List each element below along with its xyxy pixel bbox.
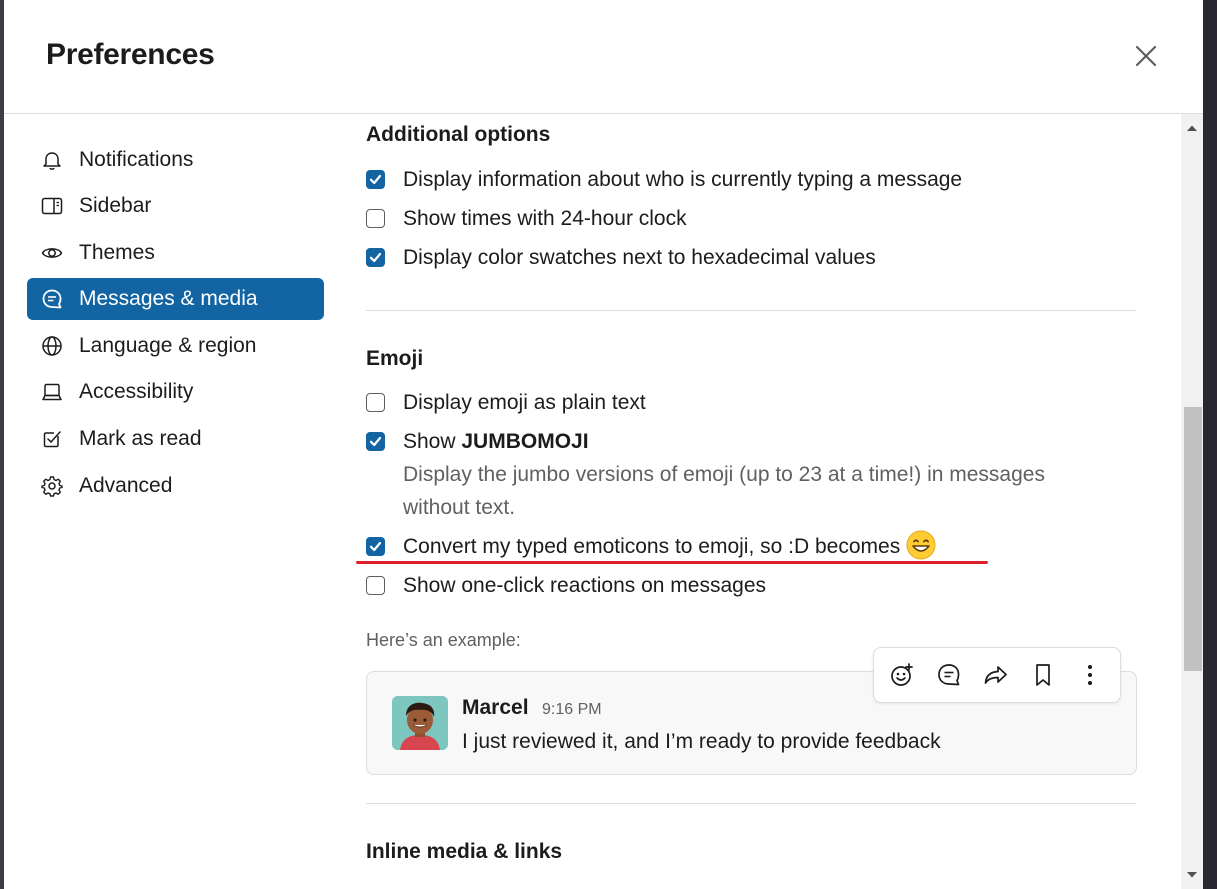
checkbox-checked[interactable] bbox=[366, 170, 385, 189]
scroll-up-arrow-icon bbox=[1187, 125, 1197, 131]
sidebar-icon bbox=[40, 194, 64, 218]
option-typing-indicator[interactable]: Display information about who is current… bbox=[366, 166, 962, 193]
add-reaction-icon bbox=[891, 663, 914, 686]
grinning-emoji-icon bbox=[906, 530, 936, 560]
nav-item-messages-media[interactable]: Messages & media bbox=[27, 278, 324, 320]
option-label: Display color swatches next to hexadecim… bbox=[403, 246, 876, 269]
check-icon bbox=[369, 436, 382, 447]
scroll-up-button[interactable] bbox=[1181, 118, 1203, 138]
close-icon bbox=[1135, 45, 1157, 67]
option-label: Show JUMBOMOJI bbox=[403, 428, 589, 455]
more-actions-button[interactable] bbox=[1073, 658, 1106, 692]
nav-label: Notifications bbox=[79, 148, 194, 171]
bell-icon bbox=[40, 148, 64, 172]
gear-icon bbox=[40, 474, 64, 498]
option-label: Convert my typed emoticons to emoji, so … bbox=[403, 530, 936, 560]
thread-icon bbox=[938, 664, 960, 686]
check-icon bbox=[369, 174, 382, 185]
nav-label: Accessibility bbox=[79, 380, 194, 403]
nav-item-accessibility[interactable]: Accessibility bbox=[27, 371, 324, 413]
option-jumbomoji[interactable]: Show JUMBOMOJI bbox=[366, 428, 589, 455]
section-title-inline-media: Inline media & links bbox=[366, 840, 563, 863]
section-divider bbox=[366, 310, 1136, 311]
add-reaction-button[interactable] bbox=[886, 658, 919, 692]
option-emoji-plain-text[interactable]: Display emoji as plain text bbox=[366, 389, 646, 416]
option-24-hour-clock[interactable]: Show times with 24-hour clock bbox=[366, 205, 687, 232]
nav-item-themes[interactable]: Themes bbox=[27, 232, 324, 274]
nav-label: Advanced bbox=[79, 474, 173, 497]
share-arrow-icon bbox=[984, 666, 1007, 684]
scroll-thumb[interactable] bbox=[1184, 407, 1202, 671]
red-underline-annotation bbox=[356, 561, 988, 564]
nav-item-mark-as-read[interactable]: Mark as read bbox=[27, 418, 324, 460]
nav-label: Language & region bbox=[79, 334, 257, 357]
jumbomoji-bold: JUMBOMOJI bbox=[461, 430, 589, 453]
checkbox-unchecked[interactable] bbox=[366, 393, 385, 412]
reply-in-thread-button[interactable] bbox=[933, 658, 966, 692]
section-title-additional-options: Additional options bbox=[366, 123, 551, 146]
option-convert-emoticons[interactable]: Convert my typed emoticons to emoji, so … bbox=[366, 530, 936, 560]
preferences-modal: Preferences Notifications Sidebar Themes bbox=[4, 0, 1203, 889]
nav-item-notifications[interactable]: Notifications bbox=[27, 139, 324, 181]
check-icon bbox=[369, 541, 382, 552]
nav-label: Themes bbox=[79, 241, 155, 264]
forward-message-button[interactable] bbox=[980, 658, 1013, 692]
save-for-later-button[interactable] bbox=[1026, 658, 1059, 692]
nav-label: Mark as read bbox=[79, 427, 202, 450]
content-scrollbar[interactable] bbox=[1181, 114, 1203, 889]
message-author[interactable]: Marcel bbox=[462, 696, 529, 720]
close-button[interactable] bbox=[1130, 40, 1162, 72]
checkbox-checked[interactable] bbox=[366, 432, 385, 451]
nav-item-language-region[interactable]: Language & region bbox=[27, 325, 324, 367]
check-square-icon bbox=[40, 427, 64, 451]
avatar bbox=[392, 696, 448, 750]
laptop-icon bbox=[40, 380, 64, 404]
scroll-down-button[interactable] bbox=[1181, 865, 1203, 885]
scroll-down-arrow-icon bbox=[1187, 872, 1197, 878]
check-icon bbox=[369, 252, 382, 263]
modal-title: Preferences bbox=[46, 38, 215, 71]
nav-item-sidebar[interactable]: Sidebar bbox=[27, 185, 324, 227]
message-icon bbox=[40, 287, 64, 311]
checkbox-checked[interactable] bbox=[366, 248, 385, 267]
section-title-emoji: Emoji bbox=[366, 347, 424, 370]
option-color-swatches[interactable]: Display color swatches next to hexadecim… bbox=[366, 244, 876, 271]
eye-icon bbox=[40, 241, 64, 265]
more-vertical-icon bbox=[1087, 665, 1092, 685]
option-label-prefix: Show bbox=[403, 430, 462, 453]
nav-label: Sidebar bbox=[79, 194, 152, 217]
preferences-content: Additional options Display information a… bbox=[356, 114, 1137, 889]
section-divider bbox=[366, 803, 1136, 804]
checkbox-unchecked[interactable] bbox=[366, 576, 385, 595]
message-timestamp[interactable]: 9:16 PM bbox=[542, 701, 602, 719]
option-label: Show times with 24-hour clock bbox=[403, 207, 687, 230]
bookmark-icon bbox=[1035, 664, 1050, 686]
convert-label-text: Convert my typed emoticons to emoji, so … bbox=[403, 535, 901, 558]
option-one-click-reactions[interactable]: Show one-click reactions on messages bbox=[366, 572, 766, 599]
checkbox-unchecked[interactable] bbox=[366, 209, 385, 228]
option-label: Show one-click reactions on messages bbox=[403, 574, 767, 597]
backdrop bbox=[1203, 0, 1217, 889]
globe-icon bbox=[40, 334, 64, 358]
checkbox-checked[interactable] bbox=[366, 537, 385, 556]
message-actions-toolbar bbox=[873, 647, 1121, 703]
nav-item-advanced[interactable]: Advanced bbox=[27, 465, 324, 507]
nav-label: Messages & media bbox=[79, 287, 258, 310]
modal-header: Preferences bbox=[4, 0, 1203, 114]
example-label: Here’s an example: bbox=[366, 630, 521, 650]
option-label: Display emoji as plain text bbox=[403, 391, 646, 414]
jumbomoji-description: Display the jumbo versions of emoji (up … bbox=[403, 463, 1045, 519]
option-label: Display information about who is current… bbox=[403, 168, 963, 191]
message-text: I just reviewed it, and I’m ready to pro… bbox=[462, 730, 941, 753]
